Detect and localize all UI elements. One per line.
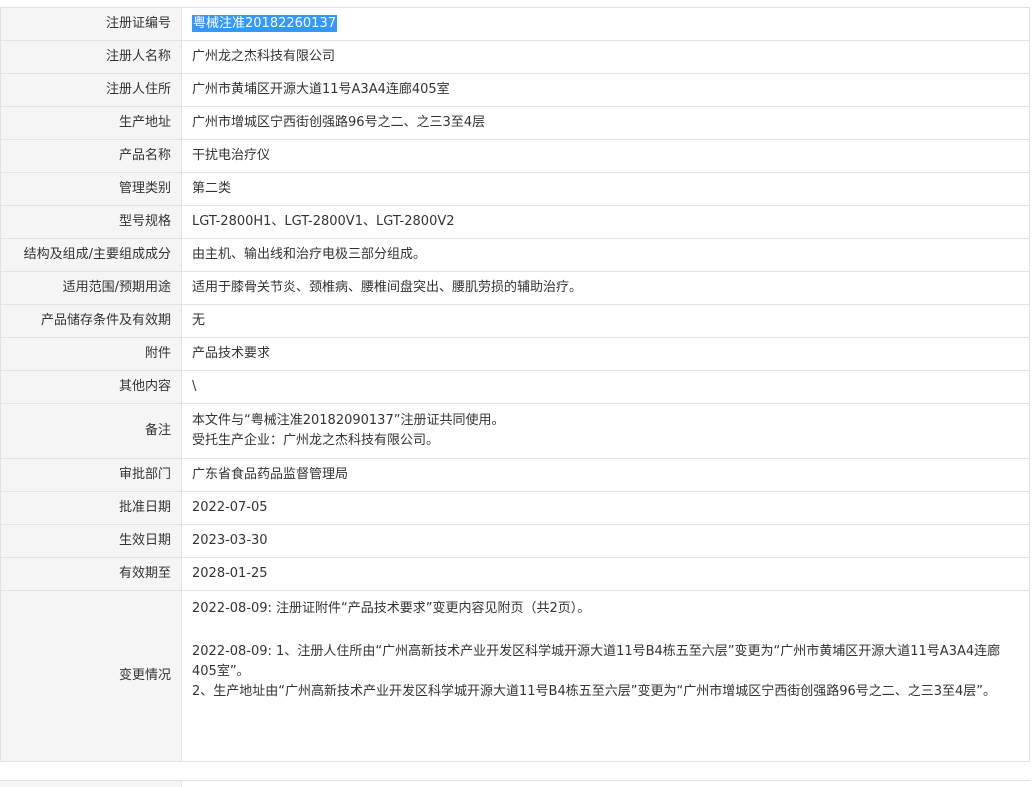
value-approval-department: 广东省食品药品监督管理局: [181, 458, 1030, 492]
selected-registration-number[interactable]: 粤械注准20182260137: [192, 15, 337, 32]
change-spacer: [192, 619, 1019, 642]
label-approval-department: 审批部门: [0, 458, 182, 492]
remark-line: 受托生产企业：广州龙之杰科技有限公司。: [192, 433, 440, 448]
value-valid-until: 2028-01-25: [181, 557, 1030, 591]
row-registrant-address: 注册人住所 广州市黄埔区开源大道11号A3A4连廊405室: [0, 73, 1030, 107]
change-entry: 2022-08-09: 注册证附件“产品技术要求”变更内容见附页（共2页）。: [192, 601, 591, 616]
row-storage-validity: 产品储存条件及有效期 无: [0, 304, 1030, 338]
value-registration-number[interactable]: 粤械注准20182260137: [181, 7, 1030, 41]
label-product-name: 产品名称: [0, 139, 182, 173]
row-model-spec: 型号规格 LGT-2800H1、LGT-2800V1、LGT-2800V2: [0, 205, 1030, 239]
next-row-label-edge: [0, 781, 182, 787]
label-storage-validity: 产品储存条件及有效期: [0, 304, 182, 338]
label-effective-date: 生效日期: [0, 524, 182, 558]
value-effective-date: 2023-03-30: [181, 524, 1030, 558]
registration-info-page: 注册证编号 粤械注准20182260137 注册人名称 广州龙之杰科技有限公司 …: [0, 0, 1036, 787]
row-registrant-name: 注册人名称 广州龙之杰科技有限公司: [0, 40, 1030, 74]
row-other-content: 其他内容 \: [0, 370, 1030, 404]
row-management-category: 管理类别 第二类: [0, 172, 1030, 206]
row-remarks: 备注 本文件与“粤械注准20182090137”注册证共同使用。 受托生产企业：…: [0, 403, 1030, 459]
value-other-content: \: [181, 370, 1030, 404]
value-registrant-address: 广州市黄埔区开源大道11号A3A4连廊405室: [181, 73, 1030, 107]
row-registration-number: 注册证编号 粤械注准20182260137: [0, 7, 1030, 41]
registration-info-table: 注册证编号 粤械注准20182260137 注册人名称 广州龙之杰科技有限公司 …: [0, 7, 1030, 762]
row-product-name: 产品名称 干扰电治疗仪: [0, 139, 1030, 173]
label-structure-composition: 结构及组成/主要组成成分: [0, 238, 182, 272]
value-model-spec: LGT-2800H1、LGT-2800V1、LGT-2800V2: [181, 205, 1030, 239]
value-registrant-name: 广州龙之杰科技有限公司: [181, 40, 1030, 74]
value-management-category: 第二类: [181, 172, 1030, 206]
label-registrant-address: 注册人住所: [0, 73, 182, 107]
value-production-address: 广州市增城区宁西街创强路96号之二、之三3至4层: [181, 106, 1030, 140]
label-model-spec: 型号规格: [0, 205, 182, 239]
row-valid-until: 有效期至 2028-01-25: [0, 557, 1030, 591]
change-entry: 2、生产地址由“广州高新技术产业开发区科学城开源大道11号B4栋五至六层”变更为…: [192, 684, 997, 699]
change-entry: 2022-08-09: 1、注册人住所由“广州高新技术产业开发区科学城开源大道1…: [192, 644, 1001, 679]
value-approval-date: 2022-07-05: [181, 491, 1030, 525]
label-remarks: 备注: [0, 403, 182, 459]
label-change-history: 变更情况: [0, 590, 182, 762]
label-other-content: 其他内容: [0, 370, 182, 404]
row-approval-date: 批准日期 2022-07-05: [0, 491, 1030, 525]
value-change-history: 2022-08-09: 注册证附件“产品技术要求”变更内容见附页（共2页）。 2…: [181, 590, 1030, 762]
label-intended-use: 适用范围/预期用途: [0, 271, 182, 305]
row-production-address: 生产地址 广州市增城区宁西街创强路96号之二、之三3至4层: [0, 106, 1030, 140]
label-valid-until: 有效期至: [0, 557, 182, 591]
remark-line: 本文件与“粤械注准20182090137”注册证共同使用。: [192, 413, 505, 428]
value-attachment: 产品技术要求: [181, 337, 1030, 371]
row-structure-composition: 结构及组成/主要组成成分 由主机、输出线和治疗电极三部分组成。: [0, 238, 1030, 272]
value-structure-composition: 由主机、输出线和治疗电极三部分组成。: [181, 238, 1030, 272]
row-effective-date: 生效日期 2023-03-30: [0, 524, 1030, 558]
row-change-history: 变更情况 2022-08-09: 注册证附件“产品技术要求”变更内容见附页（共2…: [0, 590, 1030, 762]
label-production-address: 生产地址: [0, 106, 182, 140]
value-product-name: 干扰电治疗仪: [181, 139, 1030, 173]
value-intended-use: 适用于膝骨关节炎、颈椎病、腰椎间盘突出、腰肌劳损的辅助治疗。: [181, 271, 1030, 305]
label-attachment: 附件: [0, 337, 182, 371]
row-attachment: 附件 产品技术要求: [0, 337, 1030, 371]
value-remarks: 本文件与“粤械注准20182090137”注册证共同使用。 受托生产企业：广州龙…: [181, 403, 1030, 459]
label-management-category: 管理类别: [0, 172, 182, 206]
row-approval-department: 审批部门 广东省食品药品监督管理局: [0, 458, 1030, 492]
label-approval-date: 批准日期: [0, 491, 182, 525]
label-registrant-name: 注册人名称: [0, 40, 182, 74]
label-registration-number: 注册证编号: [0, 7, 182, 41]
value-storage-validity: 无: [181, 304, 1030, 338]
row-intended-use: 适用范围/预期用途 适用于膝骨关节炎、颈椎病、腰椎间盘突出、腰肌劳损的辅助治疗。: [0, 271, 1030, 305]
